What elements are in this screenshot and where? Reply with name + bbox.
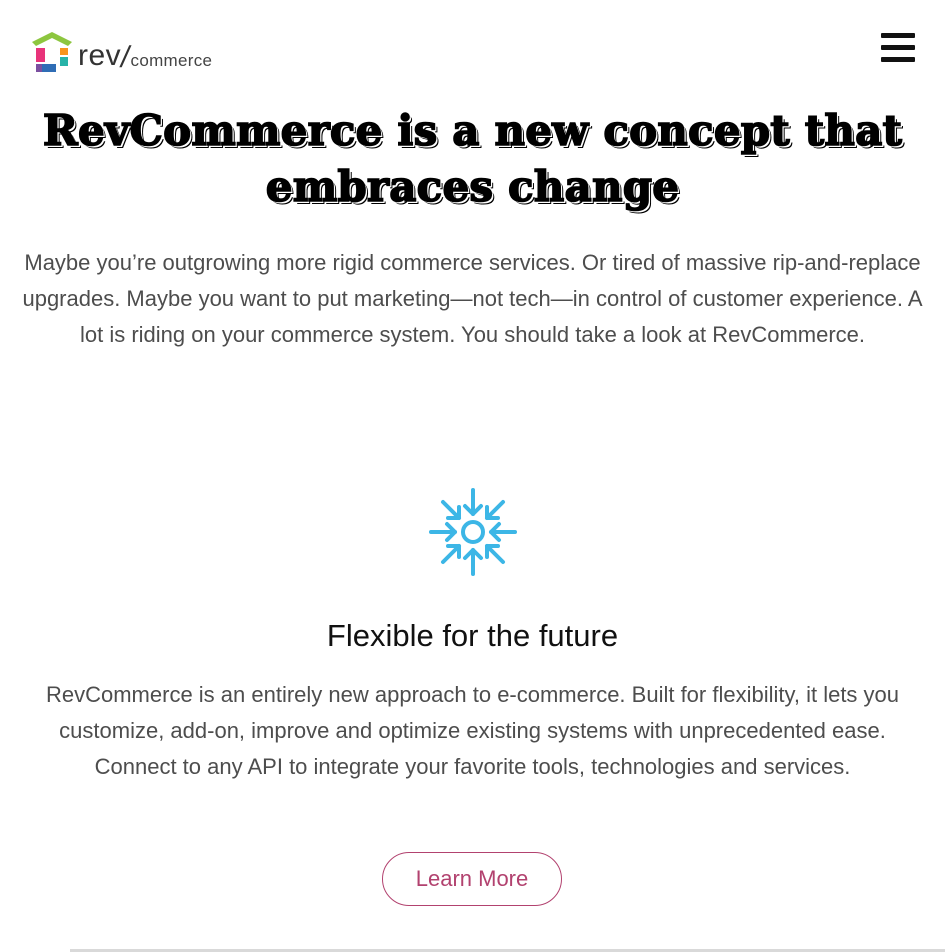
hamburger-menu-icon-bar (881, 33, 915, 38)
menu-button[interactable] (881, 33, 915, 63)
logo-commerce-text: commerce (130, 51, 213, 70)
hamburger-menu-icon-bar (881, 57, 915, 62)
logo-mark-icon (32, 32, 72, 72)
page: rev / commerce RevCommerce is a new conc… (0, 0, 945, 952)
feature-description: RevCommerce is an entirely new approach … (45, 682, 900, 779)
hero-title: RevCommerce is a new concept that embrac… (10, 103, 935, 215)
hamburger-menu-icon-bar (881, 45, 915, 50)
learn-more-button[interactable]: Learn More (382, 852, 562, 906)
feature-title: Flexible for the future (326, 618, 619, 653)
converging-arrows-icon (429, 488, 517, 576)
hero-title-line-1: RevCommerce is a new concept that (42, 105, 903, 156)
logo-rev-text: rev (78, 39, 122, 72)
hero-title-line-2: embraces change (265, 161, 680, 212)
hero-description: Maybe you’re outgrowing more rigid comme… (22, 250, 923, 347)
logo[interactable]: rev / commerce (30, 30, 212, 74)
